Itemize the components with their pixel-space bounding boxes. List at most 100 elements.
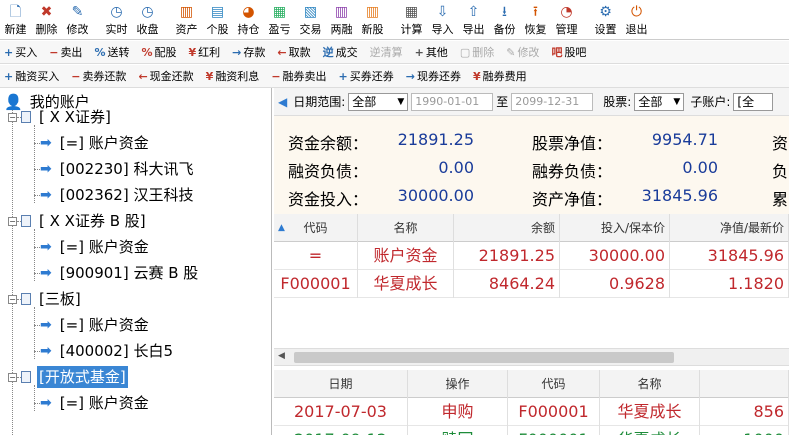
- column-header[interactable]: 名称: [358, 214, 454, 242]
- document-icon: [21, 371, 31, 383]
- tree-leaf[interactable]: ➡ [=] 账户资金: [40, 236, 151, 258]
- scrollbar-thumb[interactable]: [294, 352, 674, 363]
- toolbar-button-17[interactable]: ⭱ 恢复: [520, 0, 551, 40]
- toolbar-label: 盈亏: [268, 23, 291, 36]
- tree-leaf[interactable]: ➡ [400002] 长白5: [40, 340, 175, 362]
- export-icon: ⇧: [467, 4, 480, 20]
- margin-button-7[interactable]: → 现券还券: [406, 68, 461, 84]
- trade-button-2[interactable]: − 卖出: [49, 44, 82, 60]
- tree-group[interactable]: − [三板]: [8, 288, 83, 310]
- trade-button-13[interactable]: 吧股吧: [551, 44, 586, 60]
- column-header[interactable]: 日期: [274, 370, 408, 398]
- toolbar-button-20[interactable]: ⏻ 退出: [621, 0, 652, 40]
- trade-button-4[interactable]: % 配股: [141, 44, 176, 60]
- trade-button-12[interactable]: ✎ 修改: [506, 44, 539, 60]
- toolbar-label: 交易: [299, 23, 322, 36]
- column-header[interactable]: 操作: [408, 370, 508, 398]
- margin-button-5[interactable]: − 融券卖出: [271, 68, 326, 84]
- tree-node-label: [900901] 云赛 B 股: [59, 264, 199, 282]
- toolbar-button-9[interactable]: ▦ 盈亏: [264, 0, 295, 40]
- toolbar-button-5[interactable]: ◷ 收盘: [132, 0, 163, 40]
- table-row[interactable]: = 账户资金 21891.25 30000.00 31845.96: [274, 242, 789, 270]
- toolbar-button-4[interactable]: ◷ 实时: [101, 0, 132, 40]
- column-header[interactable]: 代码: [508, 370, 600, 398]
- margin-button-4[interactable]: ¥ 融资利息: [206, 68, 260, 84]
- tree-node-label: [三板]: [39, 290, 81, 308]
- margin-button-6[interactable]: + 买券还券: [339, 68, 394, 84]
- tree-leaf[interactable]: ➡ [=] 账户资金: [40, 132, 151, 154]
- arrow-left-icon: ←: [277, 45, 287, 59]
- trade-button-3[interactable]: % 送转: [94, 44, 129, 60]
- toolbar-label: 修改: [66, 23, 89, 36]
- toolbar-button-7[interactable]: ▤ 个股: [202, 0, 233, 40]
- margin-button-2[interactable]: − 卖券还款: [71, 68, 126, 84]
- toolbar-button-18[interactable]: ◔ 管理: [551, 0, 582, 40]
- trade-button-8[interactable]: 逆成交: [323, 44, 358, 60]
- tree-leaf[interactable]: ➡ [=] 账户资金: [40, 314, 151, 336]
- tree-leaf[interactable]: ➡ [900901] 云赛 B 股: [40, 262, 200, 284]
- toolbar-button-8[interactable]: ◕ 持仓: [233, 0, 264, 40]
- stock-select[interactable]: 全部 ▼: [634, 92, 685, 111]
- tree-node-label: [=] 账户资金: [59, 394, 149, 412]
- toolbar-separator: [388, 0, 396, 39]
- trade-button-9[interactable]: 逆清算: [370, 44, 403, 60]
- tree-group[interactable]: − [开放式基金]: [8, 366, 128, 388]
- trade-button-5[interactable]: ¥ 红利: [189, 44, 221, 60]
- collapse-icon[interactable]: −: [8, 216, 17, 226]
- trade-button-7[interactable]: ← 取款: [277, 44, 310, 60]
- collapse-icon[interactable]: −: [8, 112, 17, 122]
- table-cell: F000001: [508, 398, 600, 426]
- trade-button-10[interactable]: + 其他: [415, 44, 448, 60]
- collapse-icon[interactable]: −: [8, 372, 17, 382]
- table-cell: 华夏成长: [600, 426, 700, 435]
- toolbar-button-13[interactable]: ▦ 计算: [396, 0, 427, 40]
- toolbar-button-10[interactable]: ▧ 交易: [295, 0, 326, 40]
- toolbar-button-16[interactable]: ⭳ 备份: [489, 0, 520, 40]
- column-header[interactable]: 名称: [600, 370, 700, 398]
- tree-group[interactable]: − [ X X证券]: [8, 106, 113, 128]
- sub-account-select[interactable]: [全: [733, 92, 774, 111]
- trade-button-11[interactable]: ▢ 删除: [460, 44, 494, 60]
- toolbar-button-19[interactable]: ⚙ 设置: [590, 0, 621, 40]
- trade-button-6[interactable]: → 存款: [232, 44, 265, 60]
- tree-group[interactable]: − [ X X证券 B 股]: [8, 210, 148, 232]
- margin-button-8[interactable]: ¥ 融券费用: [473, 68, 527, 84]
- toolbar-label: 两融: [330, 23, 353, 36]
- column-header[interactable]: 代码: [274, 214, 358, 242]
- toolbar-button-14[interactable]: ⇩ 导入: [427, 0, 458, 40]
- column-header[interactable]: 投入/保本价: [560, 214, 670, 242]
- column-header[interactable]: [700, 370, 789, 398]
- toolbar-button-2[interactable]: ✖ 删除: [31, 0, 62, 40]
- toolbar-label: 新股: [361, 23, 384, 36]
- toolbar-button-12[interactable]: ▥ 新股: [357, 0, 388, 40]
- toolbar-button-6[interactable]: ▥ 资产: [171, 0, 202, 40]
- date-range-select[interactable]: 全部 ▼: [348, 92, 409, 111]
- collapse-left-icon[interactable]: ◀: [278, 95, 287, 109]
- margin-button-label: 买券还券: [349, 70, 394, 83]
- margin-button-1[interactable]: + 融资买入: [4, 68, 59, 84]
- column-header[interactable]: 净值/最新价: [670, 214, 789, 242]
- column-header[interactable]: 余额: [454, 214, 560, 242]
- tree-leaf[interactable]: ➡ [=] 账户资金: [40, 392, 151, 414]
- tree-leaf[interactable]: ➡ [002362] 汉王科技: [40, 184, 195, 206]
- margin-button-3[interactable]: ← 现金还款: [138, 68, 193, 84]
- toolbar-label: 收盘: [136, 23, 159, 36]
- toolbar-button-15[interactable]: ⇧ 导出: [458, 0, 489, 40]
- date-from-field[interactable]: 1990-01-01: [411, 92, 494, 111]
- to-label: 至: [496, 95, 509, 109]
- table-row[interactable]: F000001 华夏成长 8464.24 0.9628 1.1820: [274, 270, 789, 298]
- toolbar-button-11[interactable]: ▥ 两融: [326, 0, 357, 40]
- horizontal-scrollbar[interactable]: ◀: [274, 348, 789, 366]
- scroll-left-icon[interactable]: ◀: [278, 351, 285, 361]
- tree-leaf[interactable]: ➡ [002230] 科大讯飞: [40, 158, 195, 180]
- trade-button-1[interactable]: + 买入: [4, 44, 37, 60]
- toolbar-button-3[interactable]: ✎ 修改: [62, 0, 93, 40]
- minus-icon: −: [271, 69, 281, 83]
- collapse-icon[interactable]: −: [8, 294, 17, 304]
- trade-button-label: 股吧: [564, 46, 587, 59]
- table-row[interactable]: 2017-07-03 申购 F000001 华夏成长 856: [274, 398, 789, 426]
- toolbar-button-1[interactable]: 🗋 新建: [0, 0, 31, 40]
- date-to-field[interactable]: 2099-12-31: [511, 92, 594, 111]
- trade-button-label: 成交: [335, 46, 358, 59]
- table-row[interactable]: 2017-09-12赎回F000001华夏成长1000: [274, 426, 789, 435]
